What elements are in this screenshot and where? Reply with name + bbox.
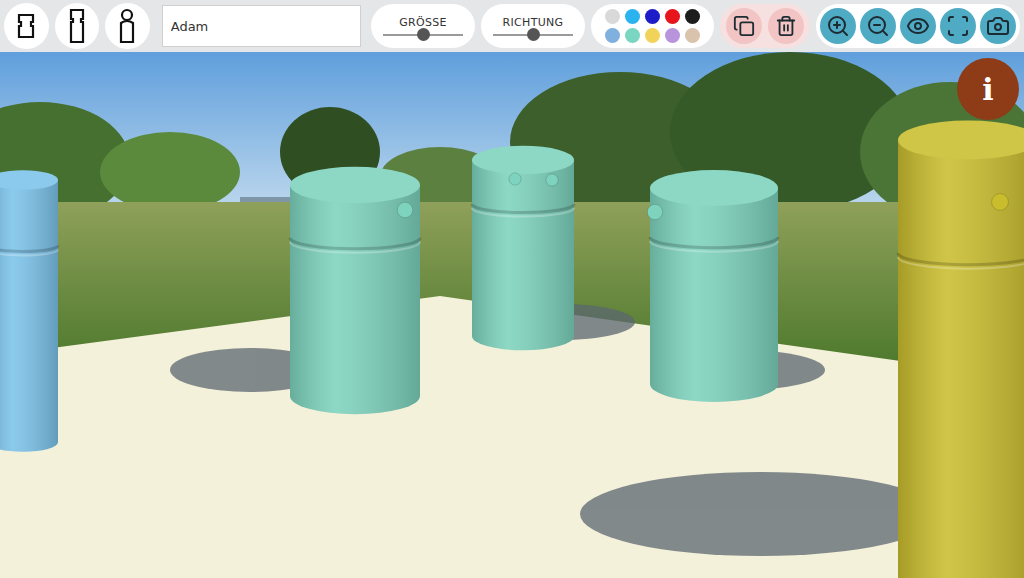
fullscreen-icon <box>946 14 970 38</box>
eye-icon <box>906 14 930 38</box>
color-swatch[interactable] <box>665 28 680 43</box>
color-swatch[interactable] <box>605 9 620 24</box>
zoom-out-button[interactable] <box>860 8 896 44</box>
slider-thumb[interactable] <box>527 28 540 41</box>
scene[interactable]: i <box>0 52 1024 578</box>
slider-thumb[interactable] <box>417 28 430 41</box>
slider-group: RICHTUNG <box>481 4 585 48</box>
edit-actions <box>720 4 810 48</box>
tall-figure-icon <box>67 8 87 44</box>
color-swatch[interactable] <box>625 9 640 24</box>
scene-view[interactable] <box>0 52 1024 578</box>
small-figure-button[interactable] <box>4 3 49 49</box>
figure-with-head-button[interactable] <box>105 3 150 49</box>
delete-button[interactable] <box>768 8 804 44</box>
tall-figure-button[interactable] <box>55 3 100 49</box>
slider-group: GRÖSSE <box>371 4 475 48</box>
copy-button[interactable] <box>726 8 762 44</box>
figure[interactable] <box>0 170 58 452</box>
figure[interactable] <box>647 170 778 402</box>
color-swatch[interactable] <box>685 9 700 24</box>
figure[interactable] <box>472 146 574 351</box>
color-swatch[interactable] <box>645 28 660 43</box>
zoom-in-button[interactable] <box>820 8 856 44</box>
toolbar: GRÖSSERICHTUNG <box>0 0 1024 52</box>
view-button[interactable] <box>900 8 936 44</box>
camera-icon <box>986 14 1010 38</box>
camera-button[interactable] <box>980 8 1016 44</box>
figure-with-head-icon <box>117 8 137 44</box>
view-tools <box>816 4 1020 48</box>
name-field[interactable] <box>162 5 361 47</box>
color-swatch[interactable] <box>625 28 640 43</box>
color-palette <box>591 4 714 48</box>
info-button[interactable]: i <box>957 58 1019 120</box>
slider-track[interactable] <box>493 34 573 36</box>
trash-icon <box>775 15 797 37</box>
fullscreen-button[interactable] <box>940 8 976 44</box>
slider-track[interactable] <box>383 34 463 36</box>
color-swatch[interactable] <box>685 28 700 43</box>
copy-icon <box>733 15 755 37</box>
small-figure-icon <box>16 13 36 39</box>
zoom-out-icon <box>866 14 890 38</box>
color-swatch[interactable] <box>645 9 660 24</box>
figure[interactable] <box>898 120 1024 578</box>
app: GRÖSSERICHTUNG i <box>0 0 1024 578</box>
color-swatch[interactable] <box>605 28 620 43</box>
zoom-in-icon <box>826 14 850 38</box>
figure[interactable] <box>290 167 420 414</box>
color-swatch[interactable] <box>665 9 680 24</box>
